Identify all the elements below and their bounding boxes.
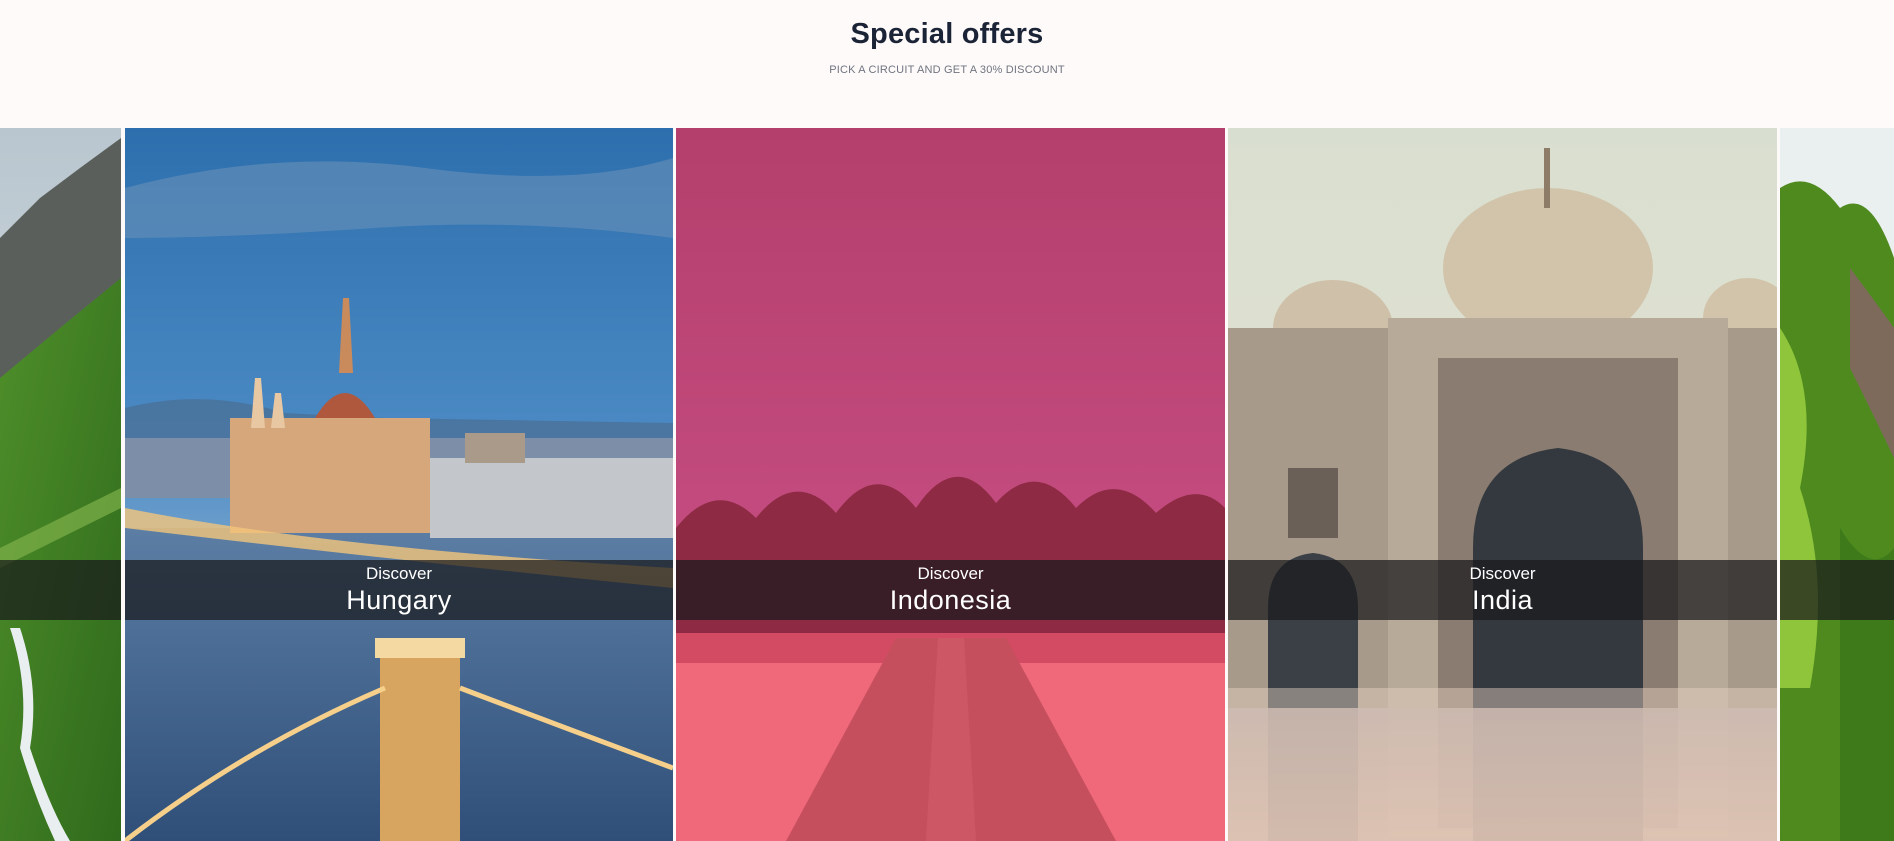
section-subtitle: PICK A CIRCUIT AND GET A 30% DISCOUNT	[829, 64, 1065, 76]
offer-band-partial-left	[0, 560, 121, 620]
taj-mahal-image	[1228, 128, 1777, 841]
offers-carousel[interactable]: Discover Hungary Discover Indonesia Disc…	[0, 128, 1894, 841]
offer-band-hungary: Discover Hungary	[125, 560, 673, 620]
discover-label: Discover	[1469, 564, 1536, 583]
section-header: Special offers PICK A CIRCUIT AND GET A …	[0, 0, 1894, 128]
destination-hungary: Hungary	[346, 585, 452, 615]
budapest-parliament-image	[125, 128, 673, 841]
jungle-cliff-image	[1780, 128, 1894, 841]
offer-band-india: Discover India	[1228, 560, 1777, 620]
discover-label: Discover	[365, 564, 433, 583]
discover-label: Discover	[917, 564, 984, 583]
destination-india: India	[1471, 585, 1534, 615]
offer-band-indonesia: Discover Indonesia	[676, 560, 1225, 620]
section-title: Special offers	[850, 18, 1044, 50]
offer-card-partial-left[interactable]	[0, 128, 121, 841]
offer-card-hungary[interactable]: Discover Hungary	[125, 128, 673, 841]
offer-card-india[interactable]: Discover India	[1228, 128, 1777, 841]
tropical-pier-image	[676, 128, 1225, 841]
offer-card-indonesia[interactable]: Discover Indonesia	[676, 128, 1225, 841]
destination-indonesia: Indonesia	[889, 585, 1012, 615]
offer-band-partial-right	[1780, 560, 1894, 620]
offer-card-partial-right[interactable]	[1780, 128, 1894, 841]
mountain-valley-image	[0, 128, 121, 841]
